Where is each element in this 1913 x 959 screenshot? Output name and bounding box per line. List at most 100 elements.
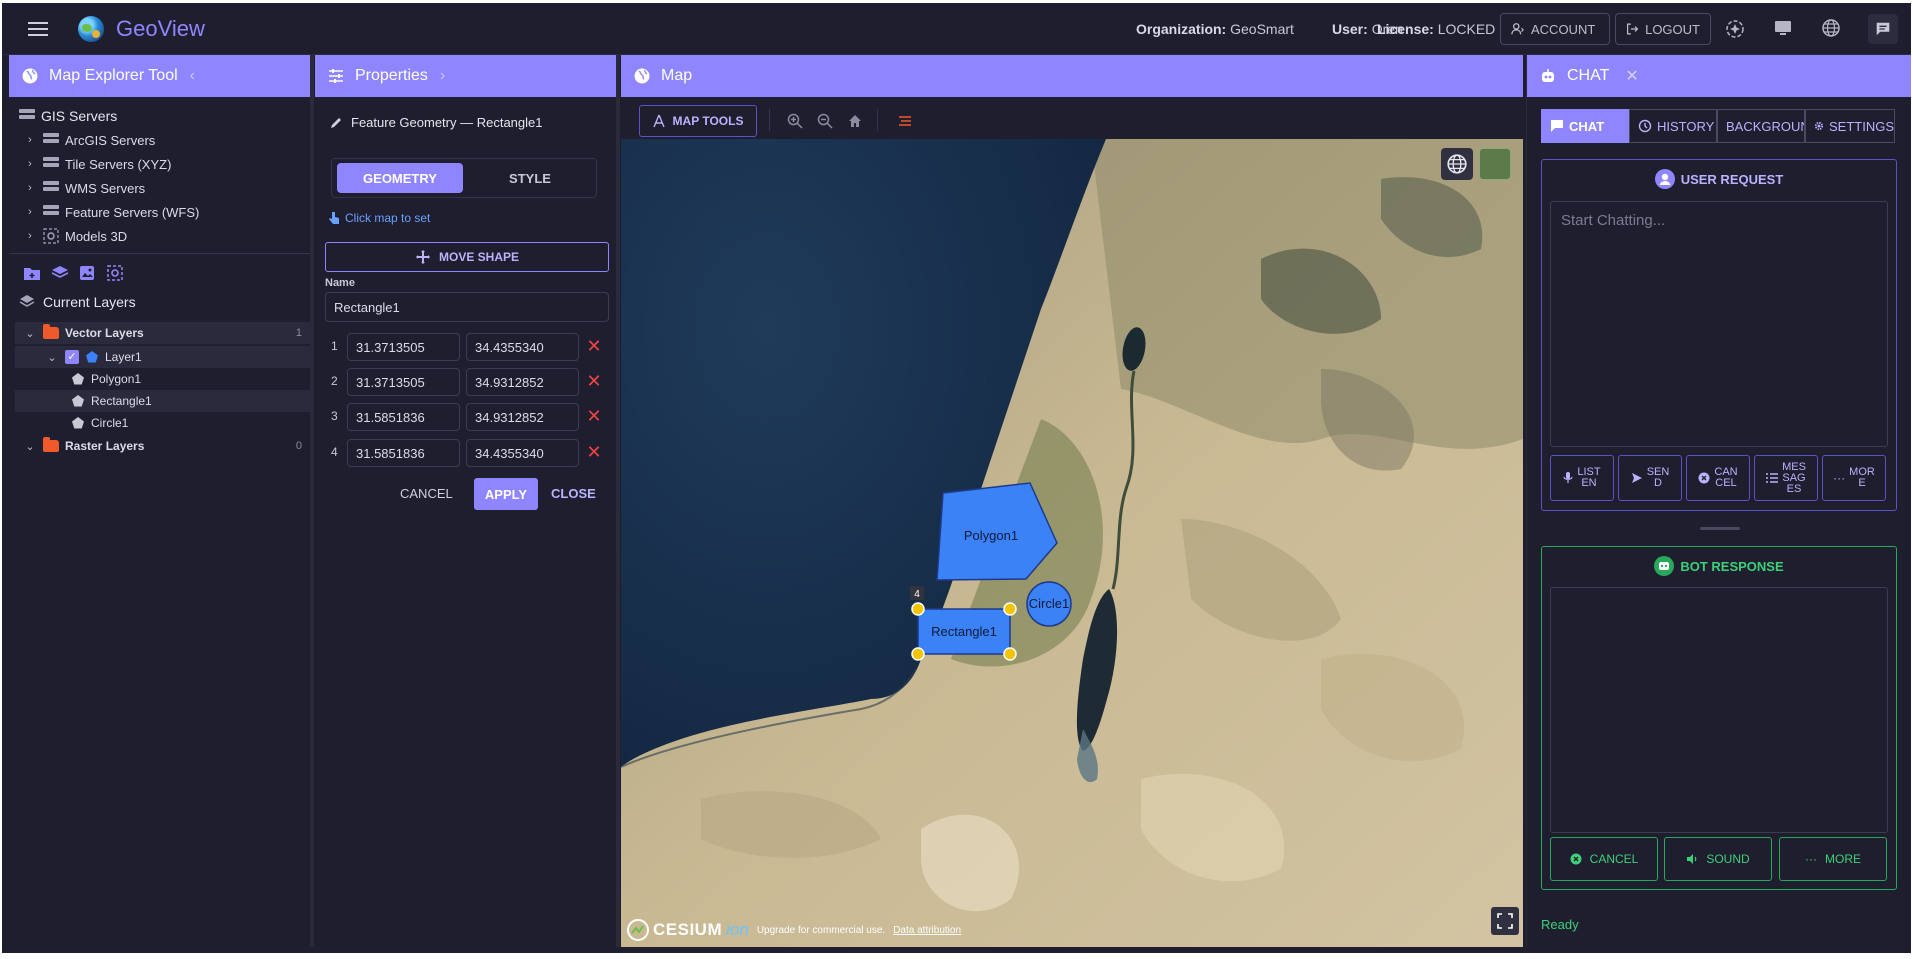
gis-servers-label: GIS Servers: [41, 108, 118, 124]
sound-button[interactable]: SOUND: [1664, 837, 1772, 881]
tree-item-rectangle1[interactable]: Rectangle1: [15, 390, 310, 412]
explorer-header: Map Explorer Tool ‹: [9, 55, 310, 97]
send-button[interactable]: SEN D: [1618, 455, 1682, 501]
tree-item-arcgis-servers[interactable]: › ArcGIS Servers: [23, 129, 155, 151]
tab-geometry[interactable]: GEOMETRY: [337, 163, 463, 193]
vertex-handle[interactable]: [911, 602, 925, 616]
latitude-input[interactable]: 31.3713505: [347, 333, 460, 361]
ai-sparkle-icon[interactable]: [1724, 18, 1746, 40]
language-globe-icon[interactable]: [1820, 18, 1842, 40]
delete-vertex-icon[interactable]: ✕: [585, 406, 603, 427]
account-button[interactable]: ACCOUNT: [1500, 13, 1610, 45]
tab-style[interactable]: STYLE: [467, 163, 593, 193]
tree-item-vector-layers[interactable]: ⌄ Vector Layers 1: [15, 322, 310, 344]
tab-settings[interactable]: SETTINGS: [1805, 109, 1895, 143]
tree-item-layer1[interactable]: ⌄ ✓ Layer1: [15, 346, 310, 368]
chevron-down-icon[interactable]: ⌄: [23, 440, 37, 453]
listen-button[interactable]: LIST EN: [1550, 455, 1614, 501]
tree-item-circle1[interactable]: Circle1: [15, 412, 310, 434]
chevron-right-icon[interactable]: ›: [23, 230, 37, 242]
chat-input[interactable]: Start Chatting...: [1550, 201, 1888, 447]
folder-icon: [43, 324, 59, 339]
longitude-input[interactable]: 34.4355340: [466, 439, 579, 467]
properties-header: Properties ›: [315, 55, 616, 97]
rectangle-map-label: Rectangle1: [931, 624, 997, 639]
latitude-input[interactable]: 31.5851836: [347, 403, 460, 431]
click-map-hint[interactable]: Click map to set: [327, 210, 430, 226]
tree-item-wms-servers[interactable]: › WMS Servers: [23, 177, 145, 199]
map-canvas[interactable]: Polygon1 Circle1 Rectangle1 4 CESIUM ion…: [621, 139, 1523, 947]
tree-item-tile-servers[interactable]: › Tile Servers (XYZ): [23, 153, 171, 175]
bot-cancel-button[interactable]: CANCEL: [1550, 837, 1658, 881]
image-icon[interactable]: [79, 265, 95, 281]
chevron-right-icon[interactable]: ›: [23, 158, 37, 170]
map-tools-button[interactable]: MAP TOOLS: [639, 105, 757, 137]
longitude-input[interactable]: 34.4355340: [466, 333, 579, 361]
collapse-chevron-icon[interactable]: ‹: [190, 67, 195, 85]
tab-history[interactable]: HISTORY: [1629, 109, 1717, 143]
resize-handle[interactable]: [1700, 527, 1740, 530]
layer-checkbox[interactable]: ✓: [65, 350, 79, 364]
latitude-input[interactable]: 31.3713505: [347, 368, 460, 396]
zoom-out-icon[interactable]: [817, 113, 833, 129]
basemap-picker-button[interactable]: [1479, 148, 1511, 180]
chevron-right-icon[interactable]: ›: [23, 206, 37, 218]
license-info: License: LOCKED: [1377, 21, 1495, 37]
data-attribution-link[interactable]: Data attribution: [893, 925, 961, 936]
apply-button[interactable]: APPLY: [474, 478, 538, 510]
chevron-right-icon[interactable]: ›: [23, 182, 37, 194]
monitor-icon[interactable]: [1772, 18, 1794, 40]
add-folder-icon[interactable]: [23, 265, 41, 281]
fullscreen-button[interactable]: [1491, 907, 1519, 935]
tree-item-feature-servers[interactable]: › Feature Servers (WFS): [23, 201, 199, 223]
bot-more-button[interactable]: ··· MORE: [1779, 837, 1887, 881]
longitude-value: 34.4355340: [475, 339, 544, 355]
longitude-input[interactable]: 34.9312852: [466, 403, 579, 431]
delete-vertex-icon[interactable]: ✕: [585, 336, 603, 357]
globe-view-button[interactable]: [1441, 148, 1473, 180]
satellite-map[interactable]: Polygon1 Circle1 Rectangle1 4: [621, 139, 1523, 947]
cancel-request-button[interactable]: CAN CEL: [1686, 455, 1750, 501]
chat-toggle-icon[interactable]: [1868, 14, 1898, 44]
messages-button[interactable]: MES SAG ES: [1754, 455, 1818, 501]
more-actions-button[interactable]: ··· MOR E: [1822, 455, 1886, 501]
logout-button[interactable]: LOGOUT: [1615, 13, 1711, 45]
home-icon[interactable]: [847, 113, 863, 129]
tree-item-raster-layers[interactable]: ⌄ Raster Layers 0: [15, 435, 310, 457]
tab-chat[interactable]: CHAT: [1541, 109, 1629, 143]
gis-servers-header[interactable]: GIS Servers: [19, 105, 117, 127]
zoom-in-icon[interactable]: [787, 113, 803, 129]
model-3d-add-icon[interactable]: [107, 265, 123, 281]
chevron-right-icon[interactable]: ›: [23, 134, 37, 146]
vertex-handle[interactable]: [1003, 647, 1017, 661]
menu-icon[interactable]: [28, 22, 48, 36]
divider: [9, 253, 310, 254]
delete-vertex-icon[interactable]: ✕: [585, 442, 603, 463]
vertex-handle[interactable]: [1003, 602, 1017, 616]
move-icon: [415, 250, 430, 264]
name-input[interactable]: Rectangle1: [325, 292, 609, 322]
tree-item-models-3d[interactable]: › Models 3D: [23, 225, 127, 247]
layers-stack-icon[interactable]: [897, 114, 913, 128]
move-shape-button[interactable]: MOVE SHAPE: [325, 242, 609, 272]
expand-chevron-icon[interactable]: ›: [440, 67, 445, 85]
chevron-down-icon[interactable]: ⌄: [23, 327, 37, 340]
chevron-down-icon[interactable]: ⌄: [45, 351, 59, 364]
longitude-input[interactable]: 34.9312852: [466, 368, 579, 396]
move-shape-label: MOVE SHAPE: [438, 250, 519, 264]
name-value: Rectangle1: [334, 299, 400, 315]
tree-item-polygon1[interactable]: Polygon1: [15, 368, 310, 390]
layers-icon[interactable]: [51, 265, 69, 281]
cancel-circle-icon: [1698, 472, 1710, 484]
latitude-input[interactable]: 31.5851836: [347, 439, 460, 467]
tree-item-label: Layer1: [105, 350, 142, 364]
close-icon[interactable]: ✕: [1625, 66, 1638, 86]
close-button[interactable]: CLOSE: [551, 486, 596, 501]
tree-item-label: Raster Layers: [65, 439, 145, 453]
layer-count: 0: [295, 440, 302, 452]
cancel-button[interactable]: CANCEL: [400, 486, 453, 501]
vertex-handle[interactable]: [911, 647, 925, 661]
license-value: LOCKED: [1437, 21, 1496, 37]
delete-vertex-icon[interactable]: ✕: [585, 371, 603, 392]
tab-background[interactable]: BACKGROUND: [1717, 109, 1805, 143]
